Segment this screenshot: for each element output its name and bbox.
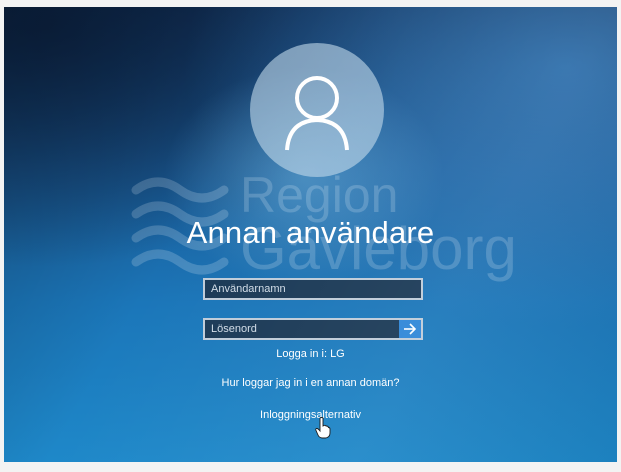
submit-button[interactable] (399, 320, 421, 338)
username-field-box (203, 278, 423, 300)
account-name: Annan användare (186, 215, 435, 250)
photo-frame: Region Gävleborg Annan användare Använda… (0, 0, 621, 472)
sign-in-domain-label: Logga in i: LG (276, 348, 345, 360)
arrow-right-icon (404, 323, 417, 335)
username-input[interactable] (205, 280, 421, 298)
user-icon (285, 76, 349, 151)
sign-in-options-link[interactable]: Inloggningsalternativ (4, 409, 617, 421)
lock-screen: Region Gävleborg Annan användare Använda… (4, 7, 617, 462)
password-input[interactable] (205, 320, 401, 338)
other-domain-link[interactable]: Hur loggar jag in i en annan domän? (4, 377, 617, 389)
hand-pointer-icon (315, 417, 331, 439)
password-field-box (203, 318, 423, 340)
user-avatar (250, 43, 384, 177)
